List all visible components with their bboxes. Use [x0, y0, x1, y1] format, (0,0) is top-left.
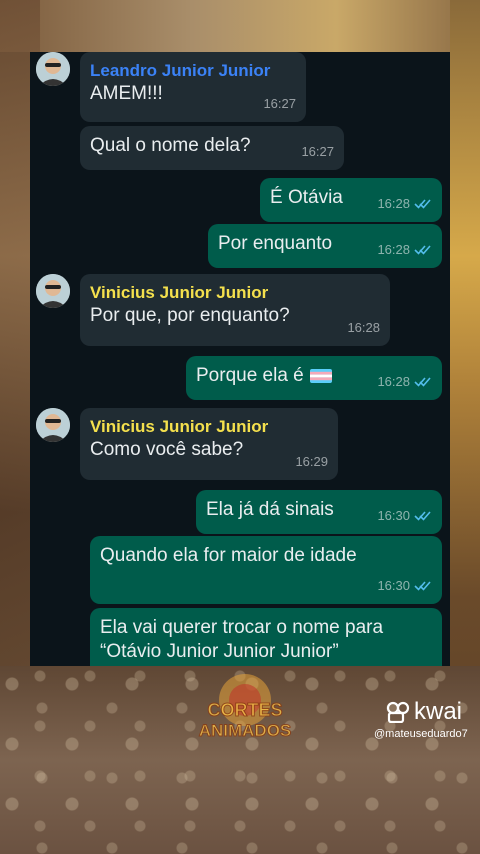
- message-time: 16:30: [377, 578, 410, 593]
- message-time: 16:30: [377, 508, 410, 523]
- avatar-vinicius[interactable]: [36, 408, 70, 442]
- message-text: Por que, por enquanto?: [90, 305, 290, 326]
- kwai-handle[interactable]: @mateuseduardo7: [374, 728, 468, 740]
- message-text: Ela vai querer trocar o nome para: [100, 617, 384, 638]
- kwai-brand: kwai: [414, 698, 463, 725]
- message-bubble-incoming[interactable]: Leandro Junior Junior AMEM!!! 16:27: [80, 52, 306, 122]
- message-text: Qual o nome dela?: [90, 135, 251, 156]
- message-bubble-outgoing[interactable]: Por enquanto 16:28: [208, 224, 442, 268]
- message-bubble-incoming[interactable]: Vinicius Junior Junior Como você sabe? 1…: [80, 408, 338, 480]
- message-time: 16:27: [301, 144, 334, 159]
- watermark-line2: ANIMADOS: [199, 721, 292, 740]
- kwai-logo: kwai: [386, 698, 462, 726]
- avatar-vinicius[interactable]: [36, 274, 70, 308]
- sender-name[interactable]: Vinicius Junior Junior: [90, 416, 328, 438]
- double-check-icon: [414, 377, 431, 387]
- sender-name[interactable]: Vinicius Junior Junior: [90, 282, 380, 304]
- message-bubble-outgoing[interactable]: É Otávia 16:28: [260, 178, 442, 222]
- chat-screenshot: Leandro Junior Junior AMEM!!! 16:27 Qual…: [30, 52, 450, 666]
- message-bubble-outgoing[interactable]: Ela vai querer trocar o nome para “Otávi…: [90, 608, 442, 666]
- cortes-animados-logo: CORTES ANIMADOS: [180, 672, 310, 744]
- message-bubble-outgoing[interactable]: Porque ela é 16:28: [186, 356, 442, 400]
- person-icon: [36, 52, 70, 86]
- background-top: [0, 0, 480, 52]
- message-text: Porque ela é: [196, 365, 304, 386]
- message-text: Quando ela for maior de idade: [100, 545, 357, 566]
- message-time: 16:28: [377, 374, 410, 389]
- message-bubble-outgoing[interactable]: Ela já dá sinais 16:30: [196, 490, 442, 534]
- message-text: Como você sabe?: [90, 439, 244, 460]
- sender-name[interactable]: Leandro Junior Junior: [90, 60, 296, 82]
- avatar-leandro[interactable]: [36, 52, 70, 86]
- double-check-icon: [414, 199, 431, 209]
- message-text-line2: “Otávio Junior Junior Junior”: [100, 641, 339, 662]
- message-time: 16:28: [377, 196, 410, 211]
- transgender-flag-icon: [309, 369, 332, 383]
- double-check-icon: [414, 581, 431, 591]
- person-icon: [36, 274, 70, 308]
- message-time: 16:28: [347, 320, 380, 335]
- cortes-animados-emblem-icon: CORTES ANIMADOS: [198, 674, 292, 741]
- double-check-icon: [414, 245, 431, 255]
- watermark-line1: CORTES: [207, 700, 282, 720]
- message-time: 16:27: [263, 96, 296, 111]
- double-check-icon: [414, 511, 431, 521]
- message-time: 16:29: [295, 454, 328, 469]
- message-bubble-outgoing[interactable]: Quando ela for maior de idade 16:30: [90, 536, 442, 604]
- kwai-icon: [386, 701, 410, 723]
- message-bubble-incoming[interactable]: Vinicius Junior Junior Por que, por enqu…: [80, 274, 390, 346]
- message-time: 16:28: [377, 242, 410, 257]
- message-bubble-incoming[interactable]: Qual o nome dela? 16:27: [80, 126, 344, 170]
- person-icon: [36, 408, 70, 442]
